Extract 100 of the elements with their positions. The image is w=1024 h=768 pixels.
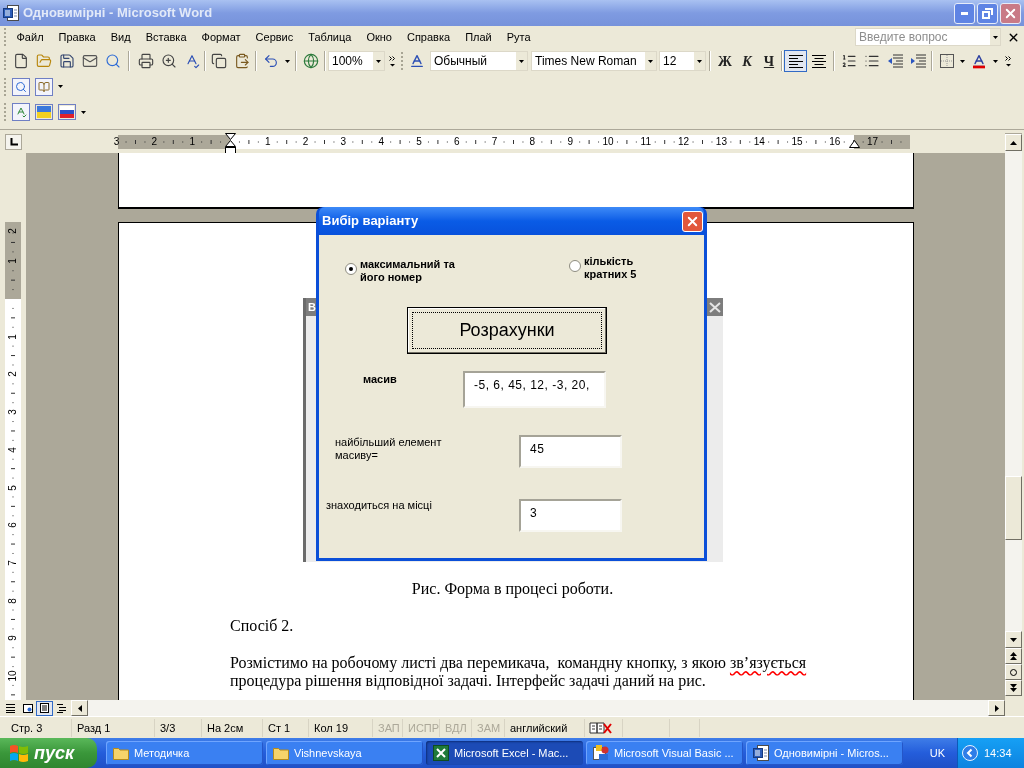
restore-button[interactable]: [977, 2, 998, 24]
radio-button[interactable]: [569, 260, 581, 272]
ruler-number: 2: [302, 134, 309, 149]
toolbar-handle[interactable]: [4, 28, 7, 46]
style-select[interactable]: Обычный: [430, 51, 528, 71]
spell-language-button[interactable]: [9, 101, 32, 123]
taskbar-button[interactable]: Microsoft Visual Basic ...: [586, 741, 743, 765]
ruler-number: 1: [8, 258, 18, 265]
minimize-button[interactable]: [954, 2, 975, 24]
field-label: масив: [363, 372, 398, 386]
menu-item[interactable]: Окно: [358, 28, 400, 46]
document-map-button[interactable]: [9, 75, 32, 98]
window-title: В: [308, 299, 316, 315]
toolbar-handle[interactable]: [401, 52, 404, 70]
indent-icon: [909, 54, 926, 68]
right-indent-marker-icon[interactable]: [849, 140, 860, 148]
tab-selector-button[interactable]: [5, 133, 22, 150]
ruler-number: 9: [8, 635, 18, 642]
menu-item[interactable]: Справка: [399, 28, 458, 46]
scroll-thumb[interactable]: [1005, 476, 1022, 540]
split-handle[interactable]: [1005, 130, 1022, 134]
scroll-down-button[interactable]: [1005, 631, 1022, 648]
down-triangle-icon: [81, 110, 86, 114]
taskbar-button[interactable]: Одновимірні - Micros...: [746, 741, 903, 765]
toolbar-handle[interactable]: [4, 77, 7, 96]
ruler-number: 1: [8, 333, 18, 340]
status-text: 3/3: [155, 718, 202, 737]
language-indicator[interactable]: UK: [929, 744, 945, 762]
browse-object-button[interactable]: [1005, 664, 1022, 680]
menu-item[interactable]: Формат: [194, 28, 249, 46]
scroll-left-button[interactable]: [71, 700, 88, 716]
ruler-number: 3: [8, 409, 18, 415]
dotted-square-icon: [939, 54, 954, 68]
menu-item[interactable]: Таблица: [300, 28, 359, 46]
close-icon: [709, 301, 721, 313]
undo-arrow-icon: [262, 53, 279, 69]
status-text: Разд 1: [72, 718, 155, 737]
scroll-right-button[interactable]: [988, 700, 1005, 716]
taskbar-button[interactable]: Microsoft Excel - Мас...: [426, 741, 583, 765]
clock-time: 14:34: [984, 745, 1012, 761]
down-triangle-icon: [519, 59, 524, 63]
double-up-arrow-icon: [1010, 652, 1017, 660]
document-icon: [3, 5, 19, 21]
ruler-margin-shade: [854, 134, 910, 149]
menu-item[interactable]: Рута: [499, 28, 539, 46]
underline-button[interactable]: Ч: [758, 50, 780, 72]
ruler-number: 11: [640, 134, 651, 149]
down-triangle-icon: [960, 59, 965, 63]
font-select[interactable]: Times New Roman: [531, 51, 657, 71]
close-button[interactable]: [1000, 2, 1021, 24]
left-chevron-circle-icon[interactable]: [962, 745, 978, 761]
ruler-number: 17: [867, 134, 879, 149]
bold-button[interactable]: Ж: [714, 50, 736, 72]
bulleted-list-icon: [863, 53, 880, 69]
ruler-number: 13: [715, 134, 727, 149]
ruler-number: 6: [8, 522, 18, 528]
menu-item[interactable]: Сервис: [248, 28, 301, 46]
status-text: Ст 1: [263, 718, 309, 737]
font-size-select[interactable]: 12: [659, 51, 706, 71]
calculate-button[interactable]: Розрахунки: [407, 307, 607, 354]
taskbar-button[interactable]: Vishnevskaya: [266, 741, 423, 765]
ruler-number: 1: [265, 134, 271, 149]
taskbar-button[interactable]: Методичка: [106, 741, 263, 765]
previous-page-button[interactable]: [1005, 648, 1022, 664]
envelope-icon: [81, 53, 98, 69]
zoom-select[interactable]: 100%: [328, 51, 385, 71]
ruler-number: 7: [8, 560, 18, 566]
radio-button[interactable]: [345, 263, 357, 275]
question-field[interactable]: Введите вопрос: [855, 28, 1001, 46]
down-triangle-icon: [992, 35, 998, 39]
language-button[interactable]: [32, 101, 55, 123]
menu-item[interactable]: Файл: [9, 28, 52, 46]
indent-marker-icon[interactable]: [225, 133, 236, 154]
menu-item[interactable]: Плай: [457, 28, 500, 46]
ruler-number: 2: [8, 371, 18, 378]
menu-item[interactable]: Правка: [51, 28, 104, 46]
start-button[interactable]: пуск: [0, 738, 97, 768]
menu-item[interactable]: Вставка: [138, 28, 194, 46]
ruler-number: 4: [8, 447, 18, 453]
double-chevron-icon: [388, 55, 396, 67]
italic-button[interactable]: К: [736, 50, 758, 72]
menu-item[interactable]: Вид: [103, 28, 139, 46]
next-page-button[interactable]: [1005, 680, 1022, 696]
scroll-up-button[interactable]: [1005, 134, 1022, 151]
open-book-tile-icon: [34, 77, 53, 96]
figure-caption: Рис. Форма в процесі роботи.: [410, 580, 615, 598]
print-layout-button[interactable]: [36, 700, 53, 716]
book-cross-icon[interactable]: [589, 720, 613, 735]
ruler-number: 2: [8, 228, 18, 234]
toolbar-handle[interactable]: [4, 52, 7, 70]
language-button[interactable]: [55, 101, 78, 123]
right-arrow-icon: [994, 704, 999, 712]
toolbar-handle[interactable]: [4, 103, 7, 121]
align-center-icon: [811, 54, 826, 68]
value-field[interactable]: 3: [519, 499, 622, 532]
spell-check-tile-icon: [11, 103, 30, 121]
value-field[interactable]: 45: [519, 435, 622, 468]
value-field[interactable]: -5, 6, 45, 12, -3, 20,: [463, 371, 606, 408]
folder-icon: [113, 746, 129, 760]
align-left-button[interactable]: [784, 50, 807, 72]
